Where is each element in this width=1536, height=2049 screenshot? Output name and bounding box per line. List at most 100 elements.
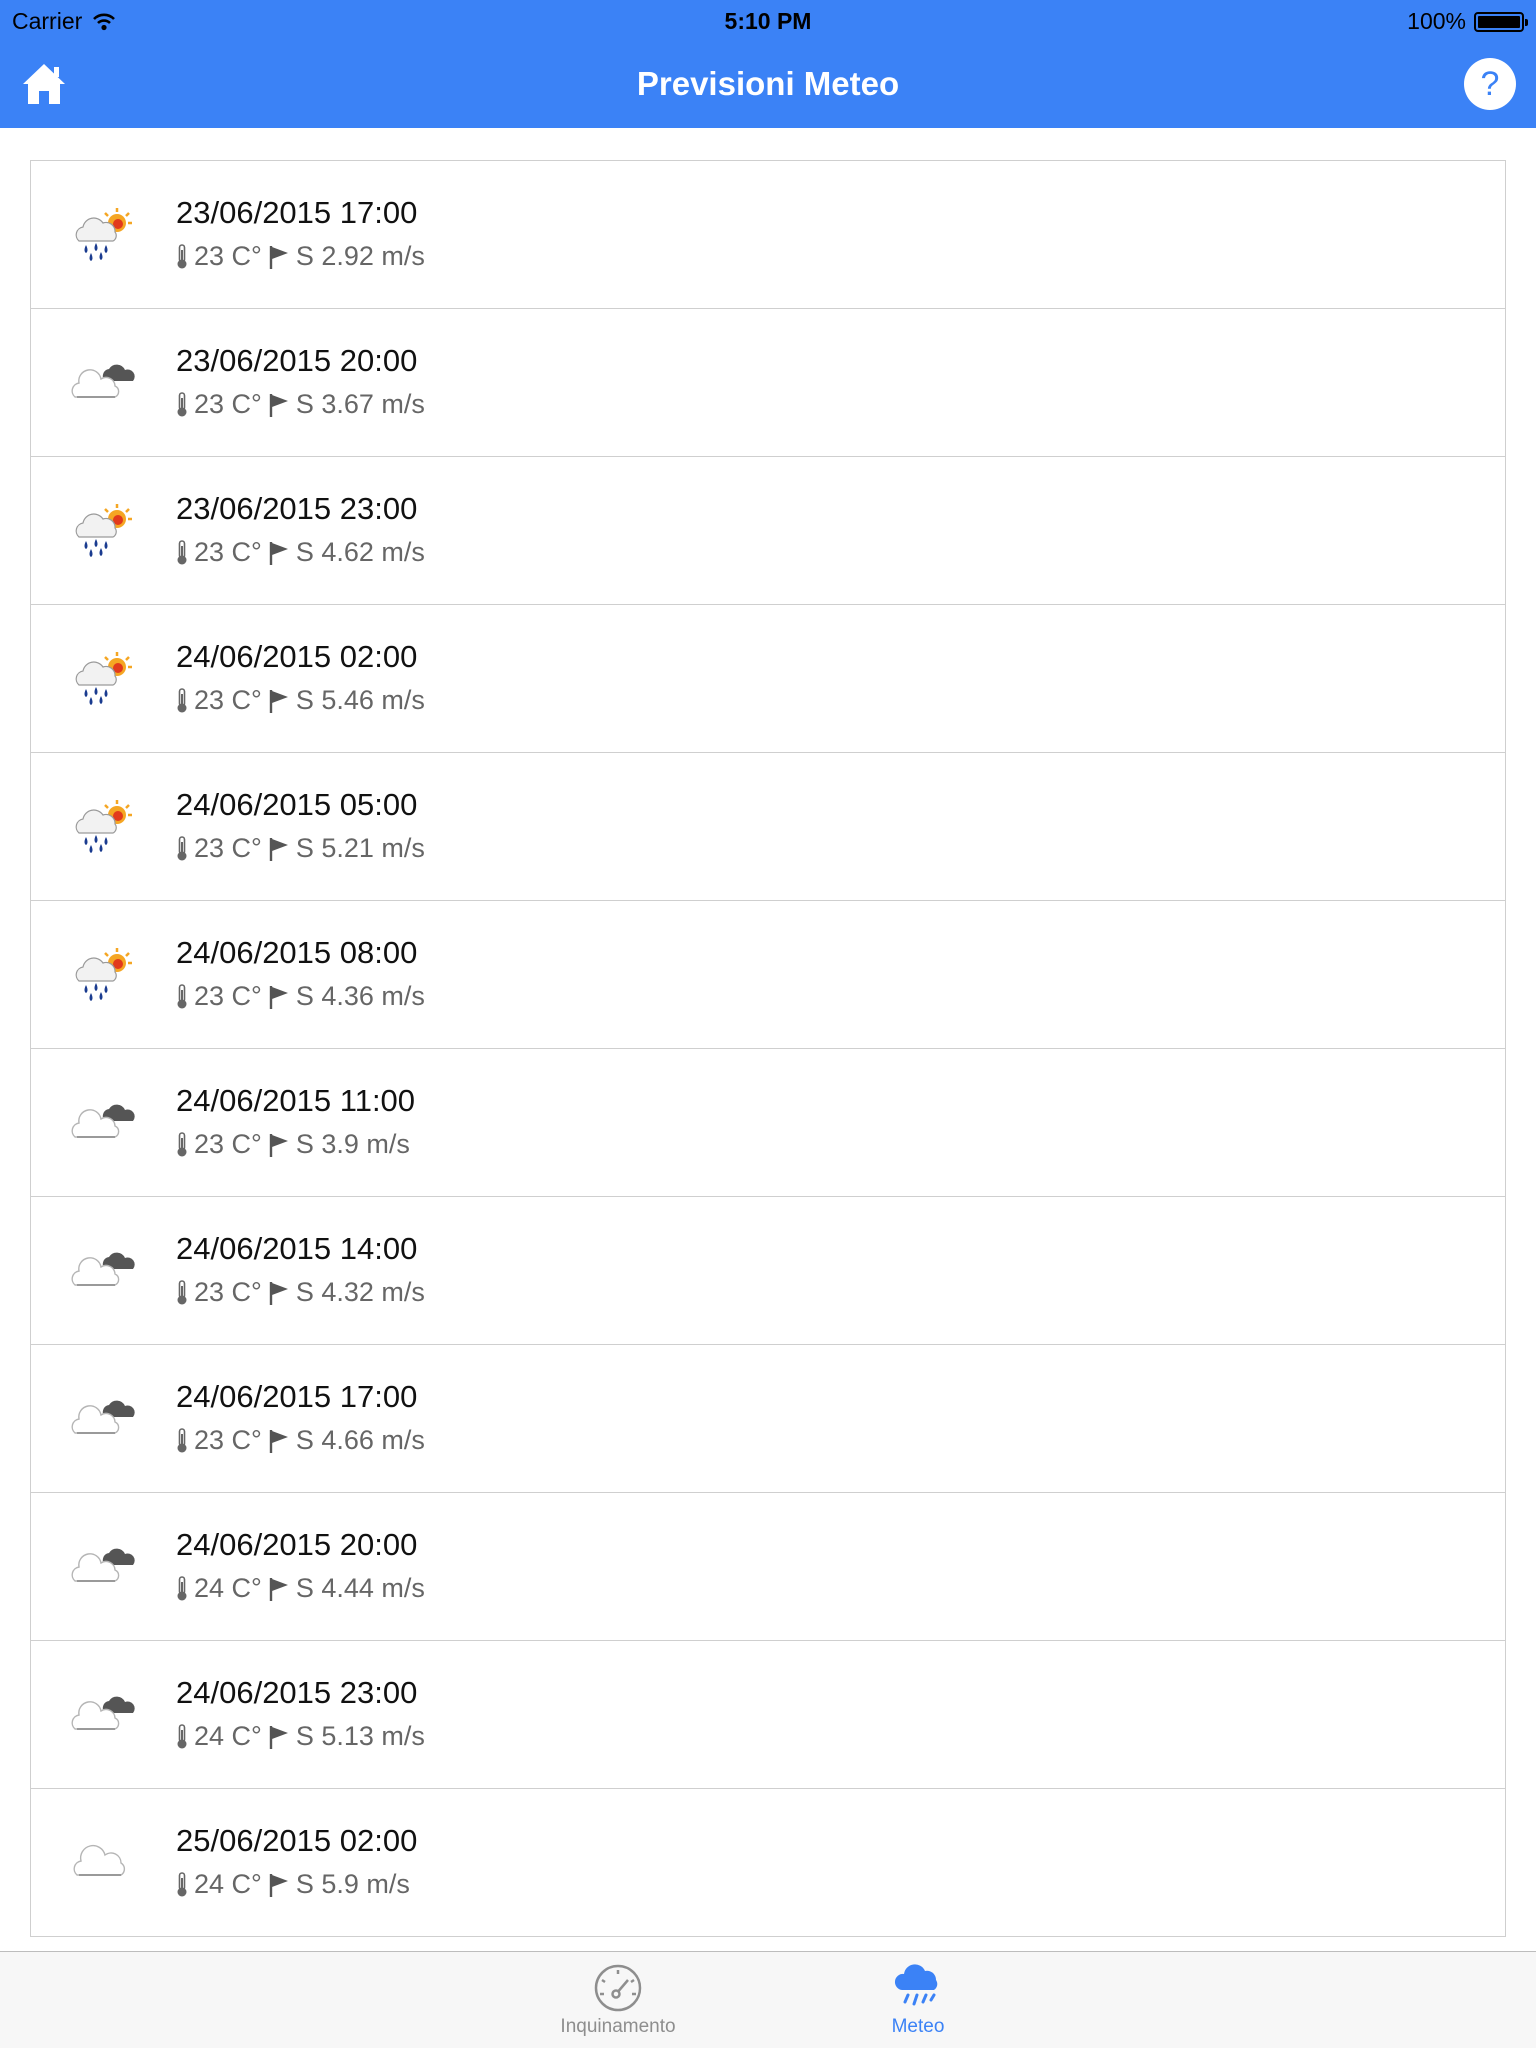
help-button[interactable]: ?	[1464, 58, 1516, 110]
forecast-row[interactable]: 24/06/2015 02:00 23 C° S 5.46 m/s	[31, 605, 1505, 753]
home-button[interactable]	[20, 60, 68, 108]
cloudy-icon	[71, 1093, 137, 1153]
cloudy-icon	[71, 1241, 137, 1301]
carrier-label: Carrier	[12, 8, 83, 34]
cloud-icon	[71, 1833, 137, 1893]
forecast-details: 23 C° S 5.21 m/s	[176, 833, 425, 864]
forecast-details: 23 C° S 2.92 m/s	[176, 241, 425, 272]
forecast-datetime: 24/06/2015 14:00	[176, 1231, 418, 1266]
forecast-wind: S 4.44 m/s	[295, 1573, 425, 1603]
tab-inquinamento[interactable]: Inquinamento	[518, 1952, 718, 2049]
forecast-datetime: 25/06/2015 02:00	[176, 1823, 418, 1858]
tab-label-meteo: Meteo	[891, 2016, 945, 2037]
forecast-datetime: 24/06/2015 05:00	[176, 787, 418, 822]
forecast-details: 24 C° S 5.13 m/s	[176, 1721, 425, 1752]
tab-bar: Inquinamento Meteo	[0, 1951, 1536, 2048]
forecast-wind: S 5.9 m/s	[295, 1869, 410, 1899]
thermometer-icon	[177, 687, 187, 712]
flag-icon	[269, 1429, 288, 1453]
forecast-row[interactable]: 23/06/2015 23:00 23 C° S 4.62 m/s	[31, 457, 1505, 605]
forecast-datetime: 24/06/2015 20:00	[176, 1527, 418, 1562]
thermometer-icon	[177, 983, 187, 1008]
forecast-details: 23 C° S 4.66 m/s	[176, 1425, 425, 1456]
forecast-row[interactable]: 23/06/2015 20:00 23 C° S 3.67 m/s	[31, 309, 1505, 457]
flag-icon	[269, 1281, 288, 1305]
flag-icon	[269, 1873, 288, 1897]
flag-icon	[269, 1725, 288, 1749]
forecast-datetime: 23/06/2015 20:00	[176, 343, 418, 378]
forecast-temperature: 23 C°	[194, 1277, 262, 1307]
battery-percent: 100%	[1407, 8, 1466, 34]
forecast-row[interactable]: 23/06/2015 17:00 23 C° S 2.92 m/s	[31, 161, 1505, 309]
flag-icon	[269, 1577, 288, 1601]
forecast-details: 23 C° S 4.32 m/s	[176, 1277, 425, 1308]
page-title: Previsioni Meteo	[636, 65, 900, 102]
battery-indicator: 100%	[1407, 8, 1528, 35]
forecast-datetime: 24/06/2015 11:00	[176, 1083, 416, 1118]
thermometer-icon	[177, 835, 187, 860]
cloudy-icon	[71, 1389, 137, 1449]
forecast-row[interactable]: 24/06/2015 11:00 23 C° S 3.9 m/s	[31, 1049, 1505, 1197]
rain-sun-icon	[71, 945, 137, 1005]
forecast-temperature: 24 C°	[194, 1573, 262, 1603]
forecast-details: 23 C° S 3.67 m/s	[176, 389, 425, 420]
thermometer-icon	[177, 243, 187, 268]
forecast-row[interactable]: 24/06/2015 17:00 23 C° S 4.66 m/s	[31, 1345, 1505, 1493]
forecast-row[interactable]: 24/06/2015 05:00 23 C° S 5.21 m/s	[31, 753, 1505, 901]
tab-meteo[interactable]: Meteo	[818, 1952, 1018, 2049]
thermometer-icon	[177, 1871, 187, 1896]
forecast-row[interactable]: 24/06/2015 20:00 24 C° S 4.44 m/s	[31, 1493, 1505, 1641]
thermometer-icon	[177, 391, 187, 416]
forecast-temperature: 23 C°	[194, 685, 262, 715]
flag-icon	[269, 689, 288, 713]
flag-icon	[269, 837, 288, 861]
forecast-temperature: 23 C°	[194, 389, 262, 419]
forecast-row[interactable]: 24/06/2015 14:00 23 C° S 4.32 m/s	[31, 1197, 1505, 1345]
forecast-row[interactable]: 24/06/2015 08:00 23 C° S 4.36 m/s	[31, 901, 1505, 1049]
forecast-wind: S 5.13 m/s	[295, 1721, 425, 1751]
forecast-datetime: 24/06/2015 02:00	[176, 639, 418, 674]
forecast-datetime: 24/06/2015 23:00	[176, 1675, 418, 1710]
forecast-row[interactable]: 24/06/2015 23:00 24 C° S 5.13 m/s	[31, 1641, 1505, 1789]
cloudy-icon	[71, 1685, 137, 1745]
flag-icon	[269, 541, 288, 565]
forecast-wind: S 3.67 m/s	[295, 389, 425, 419]
forecast-temperature: 23 C°	[194, 981, 262, 1011]
battery-icon	[1474, 11, 1528, 32]
rain-sun-icon	[71, 501, 137, 561]
forecast-datetime: 23/06/2015 17:00	[176, 195, 418, 230]
forecast-details: 23 C° S 5.46 m/s	[176, 685, 425, 716]
forecast-row[interactable]: 25/06/2015 02:00 24 C° S 5.9 m/s	[31, 1789, 1505, 1937]
forecast-list: 23/06/2015 17:00 23 C° S 2.92 m/s 23/06/201…	[30, 160, 1506, 1937]
forecast-details: 23 C° S 4.62 m/s	[176, 537, 425, 568]
forecast-wind: S 4.62 m/s	[295, 537, 425, 567]
rain-sun-icon	[71, 205, 137, 265]
forecast-temperature: 24 C°	[194, 1869, 262, 1899]
forecast-temperature: 23 C°	[194, 537, 262, 567]
forecast-temperature: 23 C°	[194, 1129, 262, 1159]
flag-icon	[269, 245, 288, 269]
status-time: 5:10 PM	[724, 8, 812, 34]
navigation-bar: Previsioni Meteo ?	[0, 40, 1536, 128]
rain-cloud-icon	[894, 1964, 938, 2006]
forecast-wind: S 4.36 m/s	[295, 981, 425, 1011]
forecast-datetime: 23/06/2015 23:00	[176, 491, 418, 526]
forecast-wind: S 2.92 m/s	[295, 241, 425, 271]
forecast-wind: S 4.66 m/s	[295, 1425, 425, 1455]
forecast-details: 23 C° S 3.9 m/s	[176, 1129, 410, 1160]
flag-icon	[269, 393, 288, 417]
thermometer-icon	[177, 1575, 187, 1600]
thermometer-icon	[177, 1279, 187, 1304]
flag-icon	[269, 1133, 288, 1157]
forecast-temperature: 23 C°	[194, 241, 262, 271]
cloudy-icon	[71, 353, 137, 413]
thermometer-icon	[177, 539, 187, 564]
forecast-datetime: 24/06/2015 17:00	[176, 1379, 418, 1414]
cloudy-icon	[71, 1537, 137, 1597]
forecast-temperature: 23 C°	[194, 1425, 262, 1455]
speedometer-icon	[594, 1964, 642, 2012]
forecast-details: 24 C° S 5.9 m/s	[176, 1869, 410, 1900]
rain-sun-icon	[71, 797, 137, 857]
forecast-details: 24 C° S 4.44 m/s	[176, 1573, 425, 1604]
home-icon	[23, 64, 65, 104]
